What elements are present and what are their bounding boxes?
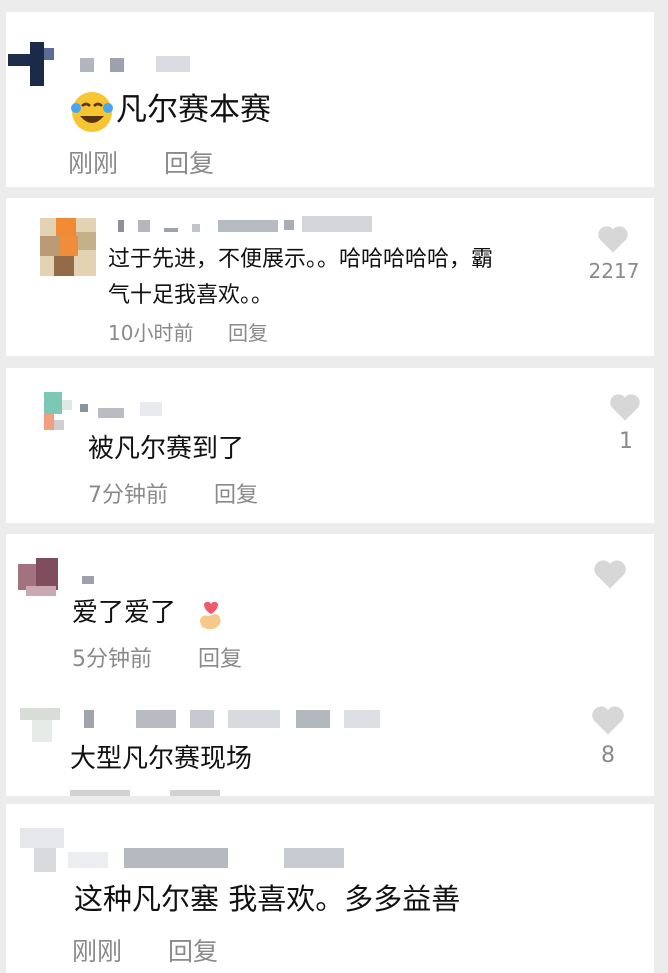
- reply-button[interactable]: 回复: [214, 482, 258, 510]
- avatar[interactable]: [20, 708, 62, 748]
- username[interactable]: [80, 402, 170, 418]
- laughing-tears-emoji: [70, 90, 114, 134]
- avatar[interactable]: [20, 828, 64, 872]
- reply-button[interactable]: 回复: [198, 646, 242, 674]
- reply-button[interactable]: 回复: [164, 148, 214, 180]
- comment-text: 这种凡尔塞 我喜欢。多多益善: [74, 882, 461, 916]
- comment-text: 凡尔赛本赛: [116, 92, 271, 128]
- username[interactable]: [82, 570, 122, 586]
- timestamp: 10小时前: [108, 321, 194, 345]
- timestamp: 刚刚: [68, 149, 119, 178]
- reply-button[interactable]: 回复: [168, 936, 218, 968]
- like-count: 2217: [588, 259, 640, 283]
- cut-off-meta: [70, 790, 250, 796]
- comment-card: 爱了爱了 5分钟前 回复 大型凡尔赛现场 8: [6, 534, 654, 796]
- comment-text-line-2: 气十足我喜欢。。: [108, 283, 274, 308]
- timestamp: 7分钟前: [88, 483, 168, 508]
- comment-card: 这种凡尔塞 我喜欢。多多益善 刚刚 回复: [6, 804, 654, 973]
- comment-card: 过于先进，不便展示。。哈哈哈哈哈，霸 气十足我喜欢。。 10小时前 回复 221…: [6, 198, 654, 356]
- timestamp: 5分钟前: [72, 647, 152, 672]
- avatar[interactable]: [8, 42, 54, 86]
- heart-icon[interactable]: [596, 224, 630, 254]
- finger-heart-emoji: [194, 596, 228, 632]
- heart-icon[interactable]: [608, 392, 642, 422]
- username[interactable]: [84, 710, 384, 728]
- reply-button[interactable]: 回复: [228, 320, 268, 346]
- avatar[interactable]: [44, 392, 74, 432]
- comment-text: 大型凡尔赛现场: [70, 744, 253, 774]
- comment-card: 凡尔赛本赛 刚刚 回复: [6, 12, 654, 187]
- like-count: 1: [619, 429, 633, 454]
- comment-card: 被凡尔赛到了 7分钟前 回复 1: [6, 368, 654, 523]
- username[interactable]: [80, 56, 190, 72]
- heart-icon[interactable]: [592, 558, 628, 590]
- avatar[interactable]: [40, 218, 96, 276]
- comment-text: 爱了爱了: [72, 598, 177, 628]
- username[interactable]: [108, 216, 378, 232]
- timestamp: 刚刚: [72, 937, 123, 966]
- heart-icon[interactable]: [590, 704, 626, 736]
- comment-text-line-1: 过于先进，不便展示。。哈哈哈哈哈，霸: [108, 247, 494, 272]
- comment-text: 被凡尔赛到了: [88, 434, 245, 464]
- avatar[interactable]: [18, 558, 62, 596]
- like-count: 8: [601, 743, 615, 768]
- username[interactable]: [68, 848, 348, 868]
